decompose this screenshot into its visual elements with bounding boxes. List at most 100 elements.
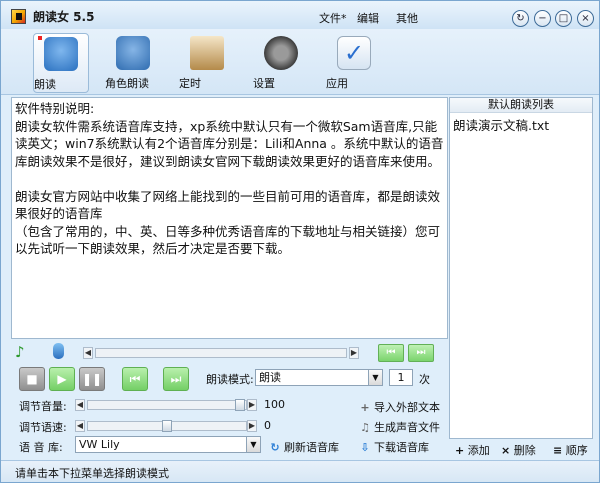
progress-slider[interactable] <box>95 348 347 358</box>
progress-left-arrow[interactable]: ◀ <box>83 347 93 359</box>
tool-apps-label: 应用 <box>326 77 348 90</box>
music-note-icon: ♫ <box>360 421 370 434</box>
pause-button[interactable]: ❚❚ <box>79 367 105 391</box>
status-bar: 请单击本下拉菜单选择朗读模式 <box>1 460 599 482</box>
generate-audio-label: 生成声音文件 <box>374 421 440 434</box>
refresh-voice-label: 刷新语音库 <box>284 441 339 454</box>
menu-edit[interactable]: 编辑 <box>357 10 379 26</box>
repeat-count-input[interactable]: 1 <box>389 369 413 386</box>
gear-icon <box>264 36 298 70</box>
music-note-icon: ♪ <box>15 343 25 361</box>
skip-back-icon: ⏮ <box>129 372 141 386</box>
volume-slider[interactable] <box>87 400 247 410</box>
checkmark-icon: ✓ <box>337 36 371 70</box>
speed-value: 0 <box>264 419 271 432</box>
playlist-add-button[interactable]: + 添加 <box>455 442 490 458</box>
playlist-panel: 默认朗读列表 朗读演示文稿.txt <box>449 97 593 439</box>
plus-icon: + <box>360 401 370 414</box>
chevron-down-icon: ▼ <box>246 437 260 452</box>
playlist-order-button[interactable]: ≡ 顺序 <box>553 442 588 458</box>
next-item-button[interactable]: ⏭ <box>408 344 434 362</box>
tool-read-label: 朗读 <box>34 78 56 91</box>
pin-icon: ↻ <box>516 12 525 24</box>
speed-label: 调节语速: <box>19 421 67 434</box>
close-button[interactable]: × <box>577 10 594 27</box>
playlist-delete-label: 删除 <box>513 444 536 457</box>
tool-timer[interactable]: 定时 <box>179 33 235 93</box>
group-icon <box>116 36 150 70</box>
speed-thumb[interactable] <box>162 420 172 432</box>
playlist-header: 默认朗读列表 <box>450 98 592 113</box>
title-bar: 朗读女 5.5 文件* 编辑 其他 ↻ − □ × <box>1 1 599 29</box>
text-line: 朗读女官方网站中收集了网络上能找到的一些目前可用的语音库，都是朗读效果很好的语音… <box>15 188 441 222</box>
prev-sentence-button[interactable]: ⏮ <box>122 367 148 391</box>
tool-settings-label: 设置 <box>253 77 275 90</box>
text-content: 软件特别说明: 朗读女软件需系统语音库支持，xp系统中默认只有一个微软Sam语音… <box>15 100 445 258</box>
volume-label: 调节音量: <box>19 400 67 413</box>
download-voice-button[interactable]: ⇩ 下载语音库 <box>359 439 429 455</box>
volume-left-arrow[interactable]: ◀ <box>75 399 85 411</box>
app-title: 朗读女 5.5 <box>33 10 95 24</box>
prev-item-button[interactable]: ⏮ <box>378 344 404 362</box>
play-button[interactable]: ▶ <box>49 367 75 391</box>
playlist-actions: + 添加 × 删除 ≡ 顺序 <box>449 439 593 459</box>
repeat-unit-label: 次 <box>419 373 430 386</box>
refresh-voice-button[interactable]: ↻ 刷新语音库 <box>269 439 339 455</box>
play-icon: ▶ <box>57 372 67 386</box>
refresh-icon: ↻ <box>270 441 280 454</box>
menu-file[interactable]: 文件* <box>319 10 347 26</box>
order-icon: ≡ <box>553 444 563 457</box>
pin-button[interactable]: ↻ <box>512 10 529 27</box>
skip-back-icon: ⏮ <box>386 347 396 358</box>
playlist-delete-button[interactable]: × 删除 <box>501 442 536 458</box>
playlist-add-label: 添加 <box>467 444 490 457</box>
plus-icon: + <box>455 444 465 457</box>
tool-timer-label: 定时 <box>179 77 201 90</box>
tool-apps[interactable]: ✓ 应用 <box>326 33 382 93</box>
progress-right-arrow[interactable]: ▶ <box>349 347 359 359</box>
text-blank-line <box>15 170 445 188</box>
voice-select-value: VW Lily <box>79 438 120 451</box>
skip-forward-icon: ⏭ <box>416 347 426 358</box>
volume-thumb[interactable] <box>235 399 245 411</box>
app-logo-icon <box>11 9 26 24</box>
stop-button[interactable]: ■ <box>19 367 45 391</box>
speed-left-arrow[interactable]: ◀ <box>75 420 85 432</box>
text-line: 朗读女软件需系统语音库支持，xp系统中默认只有一个微软Sam语音库,只能读英文；… <box>15 118 444 169</box>
voice-select[interactable]: VW Lily ▼ <box>75 436 261 453</box>
app-window: 朗读女 5.5 文件* 编辑 其他 ↻ − □ × 朗读 角色朗读 定时 设置 … <box>0 0 600 483</box>
voice-label: 语 音 库: <box>19 441 63 454</box>
menu-other[interactable]: 其他 <box>396 10 418 26</box>
pause-icon: ❚❚ <box>81 372 103 386</box>
chevron-down-icon: ▼ <box>368 370 382 385</box>
close-icon: × <box>581 12 590 24</box>
tool-role-read-label: 角色朗读 <box>105 77 149 90</box>
mode-select[interactable]: 朗读 ▼ <box>255 369 383 386</box>
stop-icon: ■ <box>26 372 38 386</box>
playlist-item[interactable]: 朗读演示文稿.txt <box>450 113 592 136</box>
download-voice-label: 下载语音库 <box>374 441 429 454</box>
download-icon: ⇩ <box>360 441 370 454</box>
text-line: 软件特别说明: <box>15 101 95 116</box>
mode-select-value: 朗读 <box>259 371 281 384</box>
hourglass-icon <box>190 36 224 70</box>
person-icon <box>44 37 78 71</box>
speed-right-arrow[interactable]: ▶ <box>247 420 257 432</box>
import-text-label: 导入外部文本 <box>374 401 440 414</box>
import-text-button[interactable]: + 导入外部文本 <box>359 399 440 415</box>
microphone-icon[interactable] <box>53 343 64 359</box>
mode-label: 朗读模式: <box>206 373 254 386</box>
volume-right-arrow[interactable]: ▶ <box>247 399 257 411</box>
maximize-button[interactable]: □ <box>555 10 572 27</box>
active-indicator-icon <box>38 36 42 40</box>
tool-role-read[interactable]: 角色朗读 <box>105 33 161 93</box>
text-line: （包含了常用的，中、英、日等多种优秀语音库的下载地址与相关链接）您可以先试听一下… <box>15 223 441 257</box>
tool-settings[interactable]: 设置 <box>253 33 309 93</box>
minimize-button[interactable]: − <box>534 10 551 27</box>
maximize-icon: □ <box>558 12 569 24</box>
tool-read[interactable]: 朗读 <box>33 33 89 93</box>
delete-icon: × <box>501 444 511 457</box>
generate-audio-button[interactable]: ♫ 生成声音文件 <box>359 419 440 435</box>
text-editor[interactable]: 软件特别说明: 朗读女软件需系统语音库支持，xp系统中默认只有一个微软Sam语音… <box>11 97 448 339</box>
next-sentence-button[interactable]: ⏭ <box>163 367 189 391</box>
